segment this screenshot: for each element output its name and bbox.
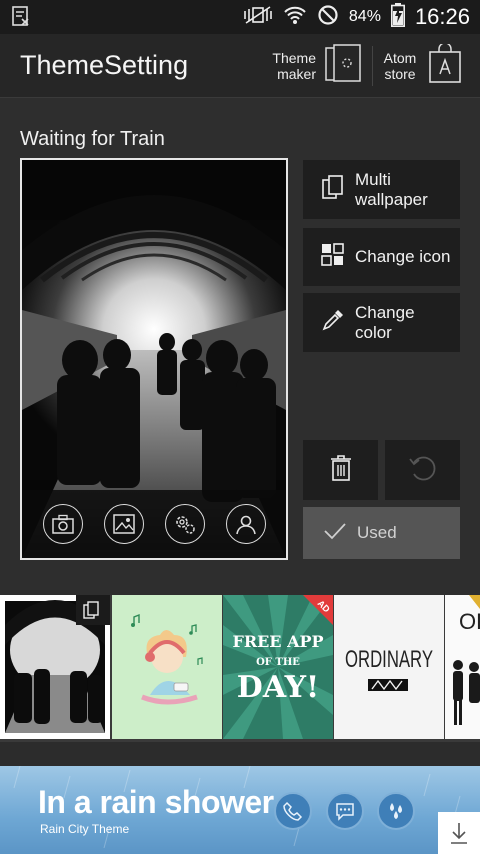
multi-wallpaper-label: Multi wallpaper (355, 169, 428, 209)
multi-wallpaper-button[interactable]: Multi wallpaper (303, 160, 460, 219)
train-station-wallpaper (22, 160, 286, 558)
used-label: Used (357, 523, 397, 542)
cartoon-girl-image (112, 595, 222, 739)
reset-button[interactable] (385, 440, 460, 500)
thumbnail-ordinary[interactable]: ORDINARY (334, 595, 444, 739)
status-bar: 84% 16:26 (0, 0, 480, 34)
thumbnail-free-app-ad[interactable]: AD FREE APP OF THE DAY! (223, 595, 333, 739)
theme-preview[interactable] (20, 158, 288, 560)
copy-icon (82, 600, 102, 625)
battery-percent: 84% (348, 8, 381, 25)
eyedropper-icon (321, 308, 345, 337)
day-text: DAY! (237, 670, 319, 705)
theme-maker-icon (324, 43, 362, 89)
battery-charging-icon (390, 2, 405, 32)
appbar-divider (372, 46, 373, 86)
theme-maker-button[interactable]: Theme maker (268, 43, 362, 89)
or-text: OR (459, 609, 480, 634)
store-bag-icon (428, 41, 462, 89)
free-app-text: FREE APP (232, 632, 323, 651)
ad-banner[interactable]: In a rain shower Rain City Theme (0, 766, 480, 854)
download-icon[interactable] (438, 812, 480, 854)
contacts-icon (225, 504, 266, 544)
wifi-icon (283, 5, 307, 30)
atom-store-button[interactable]: Atom store (380, 41, 462, 89)
theme-maker-label: Theme maker (272, 50, 316, 82)
banner-title: In a rain shower (38, 784, 274, 820)
phone-icon (274, 792, 312, 830)
preview-dock (22, 504, 286, 544)
trash-icon (329, 454, 353, 487)
change-color-button[interactable]: Change color (303, 293, 460, 352)
change-icon-label: Change icon (355, 247, 451, 266)
banner-subtitle: Rain City Theme (40, 822, 130, 836)
change-icon-button[interactable]: Change icon (303, 228, 460, 286)
gallery-icon (103, 504, 144, 544)
clock: 16:26 (414, 4, 470, 29)
delete-button[interactable] (303, 440, 378, 500)
theme-thumbnails: AD FREE APP OF THE DAY! ORDINARY OR (0, 595, 480, 742)
thumbnail-selected[interactable] (0, 595, 110, 739)
sim-icon (10, 6, 32, 33)
change-color-label: Change color (355, 302, 415, 342)
app-bar: ThemeSetting Theme maker Atom store (0, 34, 480, 98)
separator (0, 742, 480, 766)
thumbnail-partial[interactable]: OR (445, 595, 480, 739)
multi-wallpaper-icon (321, 174, 345, 205)
mute-vibrate-icon (243, 5, 273, 30)
used-button[interactable]: Used (303, 507, 460, 559)
page-title: ThemeSetting (20, 50, 189, 80)
drops-icon (377, 792, 415, 830)
of-the-text: OF THE (256, 657, 300, 668)
camera-icon (42, 504, 83, 544)
atom-store-label: Atom store (383, 50, 417, 82)
message-icon (326, 792, 364, 830)
settings-icon (164, 504, 205, 544)
refresh-icon (408, 454, 438, 487)
check-icon (323, 522, 347, 545)
blocked-icon (317, 4, 339, 31)
ordinary-text: ORDINARY (345, 646, 433, 673)
grid-icon (321, 242, 345, 272)
thumbnail-girl-music[interactable] (112, 595, 222, 739)
theme-name: Waiting for Train (20, 128, 165, 150)
